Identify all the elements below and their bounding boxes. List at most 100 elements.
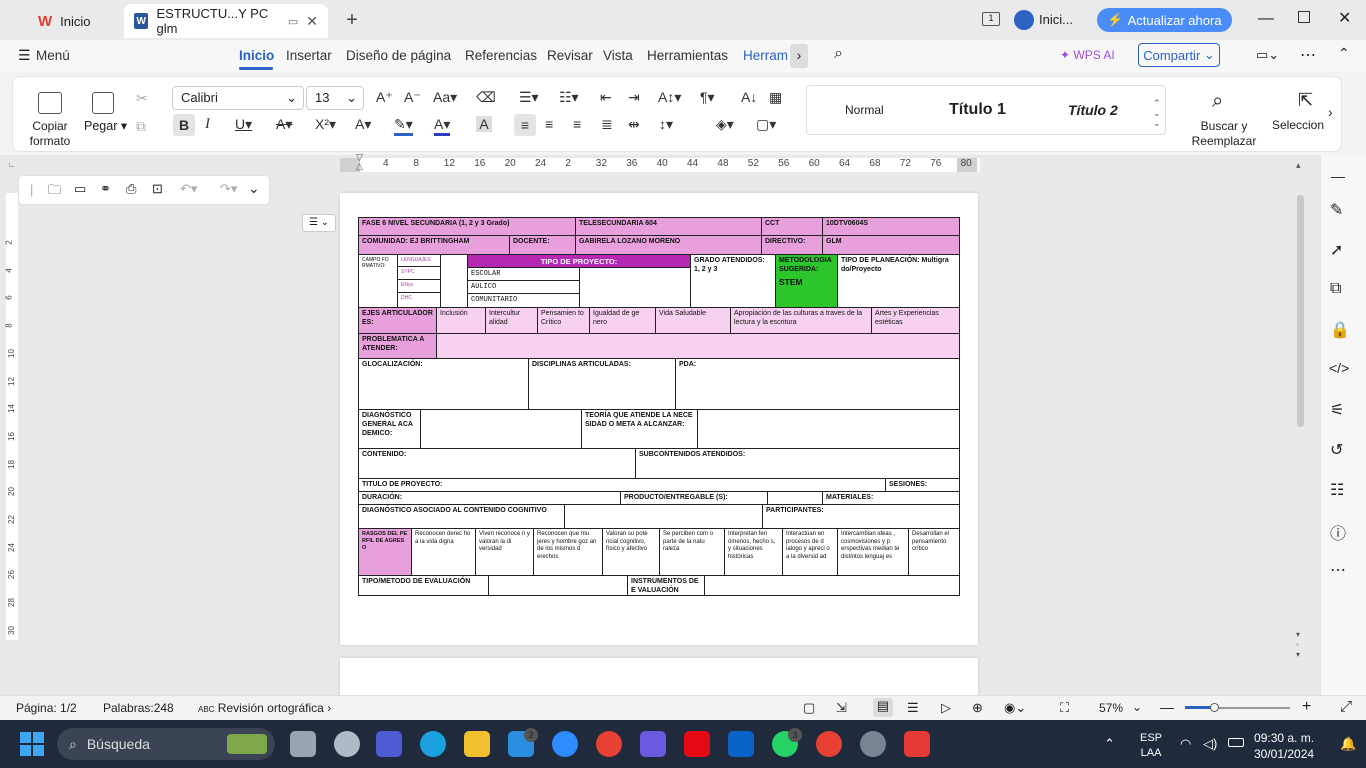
table-border-icon[interactable]: ▦: [769, 89, 782, 106]
cell-grado[interactable]: GRADO ATENDIDOS: 1, 2 y 3: [690, 254, 776, 308]
font-size-select[interactable]: 13 ⌄: [306, 86, 364, 110]
tab-diseno[interactable]: Diseño de página: [346, 48, 451, 63]
cell-director-label[interactable]: DIRECTIVO:: [761, 235, 823, 255]
page-indicator[interactable]: Página: 1/2: [16, 701, 77, 715]
tab-inicio[interactable]: Inicio: [239, 48, 274, 63]
windows-start-icon[interactable]: [20, 732, 44, 756]
cell-problematica-label[interactable]: PROBLEMATICA A ATENDER:: [358, 333, 437, 359]
clock[interactable]: 09:30 a. m. 30/01/2024: [1254, 730, 1314, 762]
volume-icon[interactable]: ◁): [1203, 736, 1217, 752]
zoom-thumb[interactable]: [1210, 703, 1219, 712]
cell-eje-7[interactable]: Artes y Experiencias estéticas: [871, 307, 960, 334]
new-tab-icon[interactable]: +: [342, 9, 362, 31]
cell-instrumentos[interactable]: INSTRUMENTOS DE E VALUACIÓN: [627, 575, 705, 596]
zoom-level[interactable]: 57%: [1099, 701, 1123, 715]
cell-campo-2[interactable]: SYPC: [397, 266, 441, 280]
cell-rasgo-1[interactable]: Reconocen derec ho a la vida digna: [411, 528, 476, 576]
word-count[interactable]: Palabras:248: [103, 701, 174, 715]
menu-button[interactable]: Menú: [36, 48, 70, 63]
cell-materiales[interactable]: MATERIALES:: [822, 491, 960, 505]
cell-disciplinas[interactable]: DISCIPLINAS ARTICULADAS:: [528, 358, 676, 410]
wps-ai-button[interactable]: ✦ WPS AI: [1060, 48, 1115, 62]
fullscreen-icon[interactable]: ⤢: [1340, 698, 1352, 715]
pen-icon[interactable]: ✎: [1330, 200, 1343, 220]
battery-icon[interactable]: [1228, 738, 1244, 747]
wps-taskbar-icon[interactable]: [904, 731, 930, 757]
table-options-icon[interactable]: ☰ ⌄: [302, 214, 336, 232]
update-button[interactable]: ⚡ Actualizar ahora: [1097, 8, 1232, 32]
cell-eje-4[interactable]: Igualdad de ge nero: [589, 307, 656, 334]
font-color-icon[interactable]: A▾: [434, 116, 451, 136]
spell-check[interactable]: ABC Revisión ortográfica ›: [198, 701, 331, 715]
cursor-select-icon[interactable]: ⇱: [1298, 90, 1313, 111]
decrease-font-icon[interactable]: A⁻: [404, 89, 421, 106]
collapse-panel-icon[interactable]: —: [1331, 168, 1345, 184]
close-window-icon[interactable]: ✕: [1338, 8, 1351, 28]
close-tab-icon[interactable]: ✕: [306, 13, 318, 30]
align-right-icon[interactable]: ≡: [573, 116, 581, 132]
cell-comunidad[interactable]: COMUNIDAD: EJ BRITTINGHAM: [358, 235, 510, 255]
tab-document[interactable]: W ESTRUCTU...Y PC glm ▭ ✕: [124, 4, 328, 38]
open-icon[interactable]: 🗀: [48, 181, 61, 203]
italic-icon[interactable]: I: [205, 116, 210, 133]
cell-rasgo-2[interactable]: Viven reconoce n y valoran la di versida…: [475, 528, 534, 576]
bold-icon[interactable]: B: [173, 114, 195, 136]
tab-vista[interactable]: Vista: [603, 48, 633, 63]
cell-diagnostico-value[interactable]: [420, 409, 582, 449]
cell-producto-value[interactable]: [767, 491, 823, 505]
redo-icon[interactable]: ↷▾: [220, 181, 237, 197]
cell-diag-asociado[interactable]: DIAGNÓSTICO ASOCIADO AL CONTENIDO COGNIT…: [358, 504, 565, 529]
tab-stop-icon[interactable]: ∟: [8, 160, 16, 169]
list-icon[interactable]: ☷: [1330, 480, 1344, 500]
zoom-in-icon[interactable]: +: [1302, 698, 1311, 716]
fit-page-icon[interactable]: ⛶: [1060, 700, 1069, 716]
outline-icon[interactable]: ⇲: [836, 700, 847, 716]
change-case-icon[interactable]: Aa▾: [433, 89, 457, 106]
ribbon-scroll-right-icon[interactable]: ›: [1328, 104, 1333, 120]
zoom-app-icon[interactable]: [552, 731, 578, 757]
weather-icon[interactable]: [334, 731, 360, 757]
cell-eje-6[interactable]: Apropiación de las culturas a traves de …: [730, 307, 872, 334]
find-replace-button[interactable]: Buscar y Reemplazar: [1188, 119, 1260, 149]
style-heading1[interactable]: Título 1: [949, 101, 1006, 119]
cell-campo[interactable]: CAMPO FO RMATIVO:: [358, 254, 398, 308]
cell-participantes[interactable]: PARTICIPANTES:: [762, 504, 960, 529]
chrome-icon[interactable]: [596, 731, 622, 757]
app-icon[interactable]: [640, 731, 666, 757]
help-icon[interactable]: ⓘ: [1330, 520, 1346, 544]
settings-icon[interactable]: [860, 731, 886, 757]
document-page-2[interactable]: [340, 658, 978, 698]
copy-panel-icon[interactable]: ⧉: [1330, 280, 1341, 298]
tab-revisar[interactable]: Revisar: [547, 48, 593, 63]
cell-tipo-eval[interactable]: TIPO/METODO DE EVALUACIÓN: [358, 575, 489, 596]
line-spacing-icon[interactable]: ↕▾: [659, 116, 673, 133]
minimize-icon[interactable]: —: [1258, 10, 1274, 28]
save-icon[interactable]: ▭: [74, 181, 86, 197]
cell-rasgo-4[interactable]: Valoran su pote ncial cognitivo, físico …: [602, 528, 660, 576]
cell-diagnostico[interactable]: DIAGNÓSTICO GENERAL ACA DEMICO:: [358, 409, 421, 449]
cell-rasgo-5[interactable]: Se perciben com o parte de la natu ralez…: [659, 528, 725, 576]
align-left-icon[interactable]: ≡: [514, 114, 536, 136]
cell-subcontenidos[interactable]: SUBCONTENIDOS ATENDIDOS:: [635, 448, 960, 479]
taskbar-search[interactable]: ⌕ Búsqueda: [57, 728, 275, 760]
task-view-icon[interactable]: [290, 731, 316, 757]
cell-rasgo-6[interactable]: Interpretan fen ómenos, hecho s, y situa…: [724, 528, 783, 576]
cell-docente[interactable]: GABIRELA LOZANO MORENO: [575, 235, 762, 255]
shading-icon[interactable]: ◈▾: [716, 116, 734, 133]
cell-sesiones[interactable]: SESIONES:: [885, 478, 960, 492]
cell-tipo-eval-value[interactable]: [488, 575, 628, 596]
netflix-icon[interactable]: [684, 731, 710, 757]
cell-rasgo-7[interactable]: Interactúan en procesos de d ialogo y ap…: [782, 528, 838, 576]
numbering-icon[interactable]: ☷▾: [559, 89, 579, 106]
cell-ejes-label[interactable]: EJES ARTICULADOR ES:: [358, 307, 437, 334]
cell-campo-check[interactable]: [440, 254, 468, 308]
cell-diag-asociado-value[interactable]: [564, 504, 763, 529]
layout-icon[interactable]: 1: [982, 12, 1000, 26]
format-painter-icon[interactable]: [38, 92, 62, 114]
cell-tipo-proyecto[interactable]: TIPO DE PROYECTO:: [467, 254, 691, 268]
cell-contenido[interactable]: CONTENIDO:: [358, 448, 636, 479]
cell-eje-3[interactable]: Pensamien to Crítico: [537, 307, 590, 334]
paste-button[interactable]: Pegar ▾: [84, 118, 127, 133]
indent-marker-icon[interactable]: ▽ △: [356, 153, 363, 171]
outlook-icon[interactable]: [728, 731, 754, 757]
